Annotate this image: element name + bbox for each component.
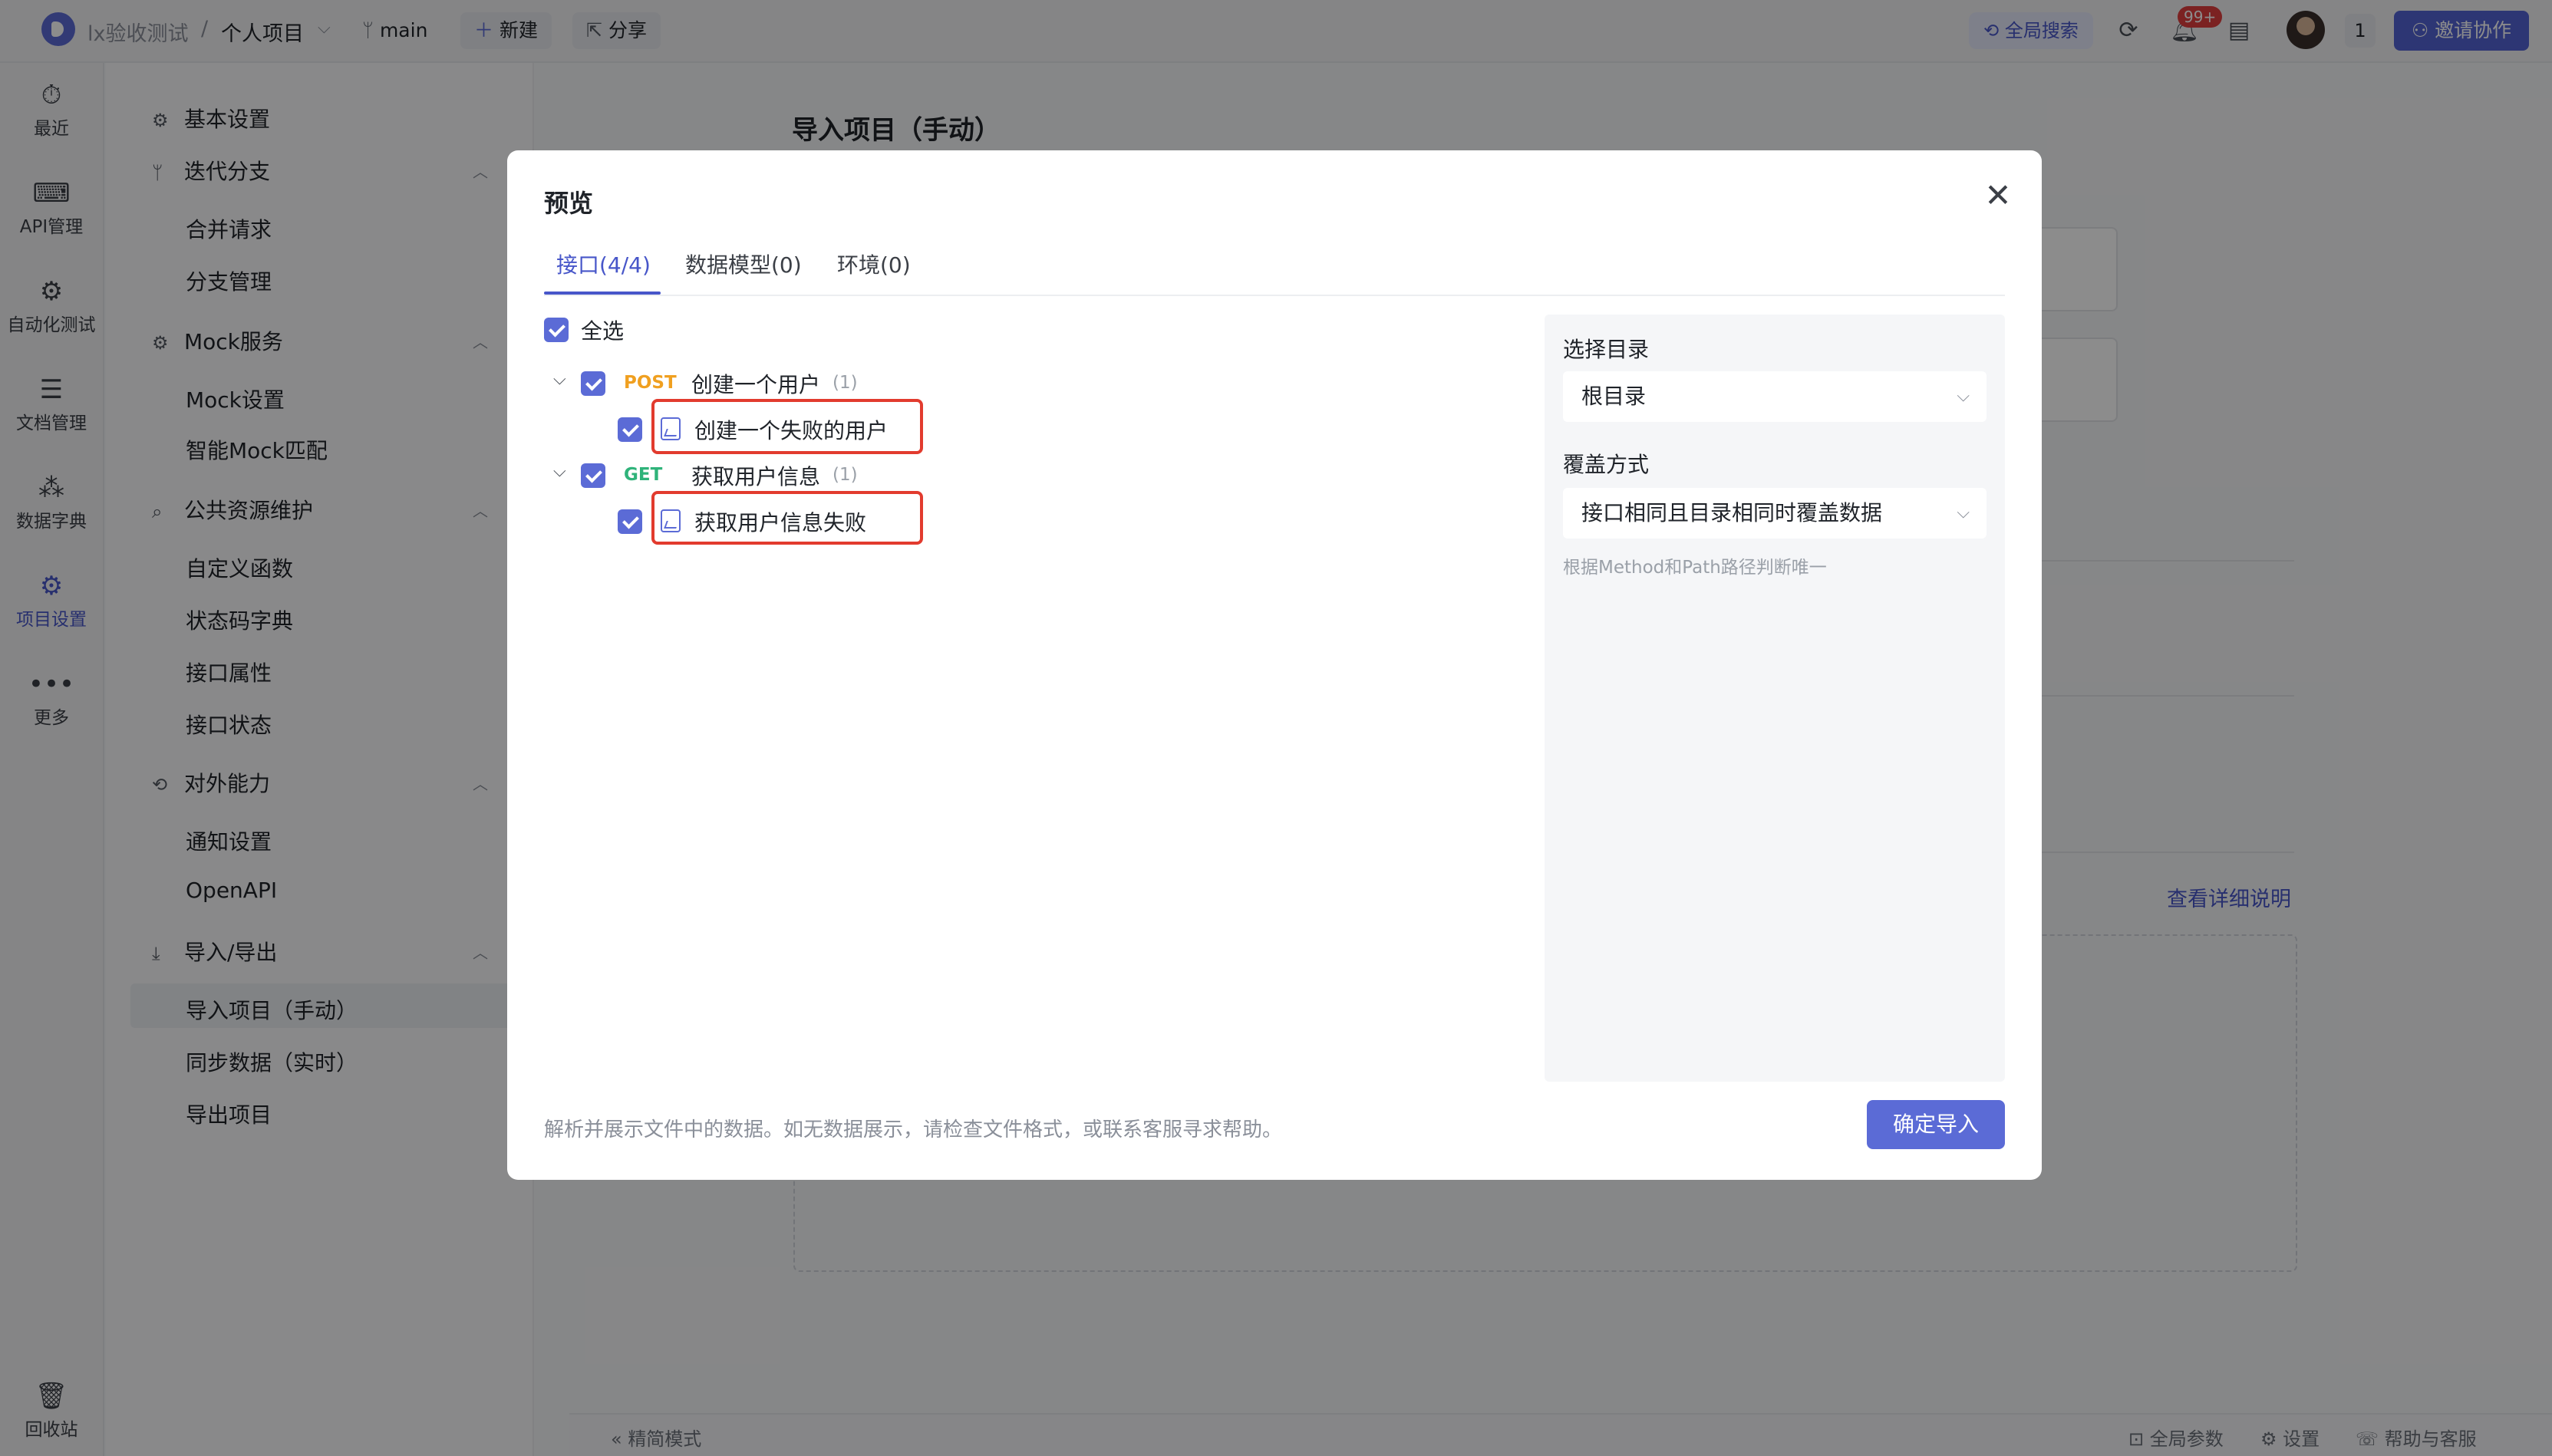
close-icon[interactable]: ✕ <box>1979 176 2017 215</box>
tabs-divider <box>544 295 2005 296</box>
chevron-down-icon: ⌵ <box>1957 503 1970 522</box>
directory-label: 选择目录 <box>1563 337 1650 362</box>
select-all-label: 全选 <box>581 318 625 344</box>
group-count: (1) <box>833 373 858 393</box>
directory-select[interactable]: 根目录 ⌵ <box>1563 371 1987 422</box>
group-name: 获取用户信息 <box>691 464 821 489</box>
cover-mode-label: 覆盖方式 <box>1563 452 1650 477</box>
group-checkbox-post[interactable] <box>581 371 605 396</box>
method-badge-get: GET <box>624 465 663 485</box>
cover-mode-select[interactable]: 接口相同且目录相同时覆盖数据 ⌵ <box>1563 488 1987 539</box>
group-count: (1) <box>833 465 858 485</box>
tab-data-models[interactable]: 数据模型(0) <box>685 249 802 279</box>
chevron-down-icon[interactable]: ⌵ <box>553 370 566 389</box>
item-checkbox[interactable] <box>618 417 642 442</box>
item-checkbox[interactable] <box>618 509 642 534</box>
preview-modal: 预览 ✕ 接口(4/4) 数据模型(0) 环境(0) 全选 ⌵ POST 创建一… <box>507 150 2042 1180</box>
confirm-import-button[interactable]: 确定导入 <box>1867 1100 2005 1149</box>
group-name: 创建一个用户 <box>691 372 821 397</box>
chevron-down-icon: ⌵ <box>1957 387 1970 406</box>
import-options-panel: 选择目录 根目录 ⌵ 覆盖方式 接口相同且目录相同时覆盖数据 ⌵ 根据Metho… <box>1545 315 2005 1082</box>
active-tab-indicator <box>544 292 661 295</box>
chevron-down-icon[interactable]: ⌵ <box>553 462 566 481</box>
method-badge-post: POST <box>624 373 677 393</box>
modal-help-text: 解析并展示文件中的数据。如无数据展示，请检查文件格式，或联系客服寻求帮助。 <box>544 1118 1283 1141</box>
select-all-checkbox[interactable] <box>544 318 569 342</box>
modal-title: 预览 <box>544 189 594 218</box>
group-checkbox-get[interactable] <box>581 463 605 488</box>
highlight-box <box>651 491 923 545</box>
highlight-box <box>651 399 923 454</box>
cover-mode-hint: 根据Method和Path路径判断唯一 <box>1563 558 1827 578</box>
tab-environments[interactable]: 环境(0) <box>837 249 911 279</box>
tab-interfaces[interactable]: 接口(4/4) <box>556 249 651 279</box>
